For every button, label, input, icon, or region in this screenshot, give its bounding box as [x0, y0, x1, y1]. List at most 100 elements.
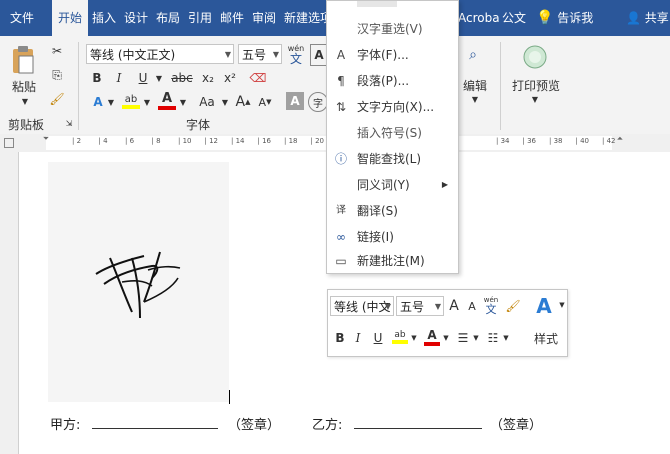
menu-item-label: 同义词(Y)	[357, 178, 410, 192]
strikethrough-button[interactable]: abc	[170, 68, 194, 88]
tab-layout[interactable]: 布局	[150, 0, 186, 36]
menu-item-label: 链接(I)	[357, 230, 394, 244]
party-b-label: 乙方:	[312, 418, 343, 433]
tab-design[interactable]: 设计	[118, 0, 154, 36]
paste-button[interactable]	[6, 40, 40, 80]
character-shading-button[interactable]: A	[286, 92, 304, 110]
cut-icon[interactable]: ✂	[48, 42, 66, 60]
numbering-icon[interactable]: ☷	[484, 328, 502, 348]
wen-char: 文	[485, 303, 497, 316]
party-b-signature-line[interactable]	[354, 428, 482, 429]
menu-item-text-direction[interactable]: ⇅ 文字方向(X)...	[327, 95, 458, 119]
chevron-down-icon[interactable]: ▼	[142, 92, 152, 112]
chevron-down-icon[interactable]: ▼	[178, 92, 188, 112]
menu-item-label: 文字方向(X)...	[357, 100, 435, 114]
user-icon: 👤	[626, 11, 641, 25]
grow-font-button[interactable]: A ▲	[234, 92, 252, 112]
tab-references[interactable]: 引用	[182, 0, 218, 36]
chevron-down-icon[interactable]: ▼	[154, 68, 164, 88]
menu-item-new-comment[interactable]: ▭ 新建批注(M)	[327, 249, 458, 273]
menu-item-label: 插入符号(S)	[357, 126, 422, 140]
underline-button[interactable]: U	[132, 68, 154, 88]
clear-formatting-icon[interactable]: ⌫	[248, 68, 268, 88]
chevron-down-icon[interactable]: ▼	[410, 330, 418, 346]
font-color-button[interactable]: A	[156, 90, 178, 112]
chevron-down-icon[interactable]: ▼	[558, 300, 566, 310]
font-size-value: 五号	[242, 48, 267, 62]
print-preview-label[interactable]: 打印预览	[508, 76, 564, 94]
shrink-font-button[interactable]: A	[464, 296, 480, 316]
signature-image[interactable]	[48, 162, 229, 402]
menu-item-synonyms[interactable]: 同义词(Y) ▶	[327, 173, 458, 197]
ruler-mark: | 6	[125, 137, 135, 145]
menu-item-reconvert[interactable]: 汉字重选(V)	[327, 17, 458, 41]
font-name-value: 等线 (中文正文)	[90, 48, 176, 62]
copy-icon[interactable]: ⎘	[48, 66, 66, 84]
menu-item-insert-symbol[interactable]: 插入符号(S)	[327, 121, 458, 145]
party-a-signature-line[interactable]	[92, 428, 218, 429]
chevron-down-icon[interactable]: ▼	[220, 92, 230, 112]
tell-me-box[interactable]: 💡 告诉我	[536, 0, 593, 36]
dialog-launcher-icon[interactable]: ⇲	[64, 118, 74, 128]
find-icon[interactable]: ⌕	[462, 44, 484, 66]
menu-item-font[interactable]: A 字体(F)...	[327, 43, 458, 67]
chevron-down-icon: ▼	[531, 94, 539, 104]
share-button[interactable]: 👤 共享	[626, 0, 669, 36]
menu-item-translate[interactable]: 译 翻译(S)	[327, 199, 458, 223]
tab-insert[interactable]: 插入	[86, 0, 122, 36]
bold-button[interactable]: B	[332, 328, 348, 348]
subscript-button[interactable]: x₂	[198, 68, 218, 88]
chevron-down-icon[interactable]: ▼	[502, 330, 510, 346]
mini-font-combo[interactable]: 等线 (中文 ▼	[330, 296, 394, 316]
menu-item-link[interactable]: ∞ 链接(I)	[327, 225, 458, 249]
text-effects-button[interactable]: A	[88, 92, 108, 112]
party-a-label: 甲方:	[50, 418, 81, 433]
editing-label[interactable]: 编辑	[458, 76, 492, 94]
tell-me-label: 告诉我	[557, 11, 594, 25]
highlight-button[interactable]: ab	[120, 90, 142, 112]
share-label: 共享	[644, 11, 669, 25]
link-icon: ∞	[336, 230, 346, 244]
font-size-combo[interactable]: 五号 ▼	[238, 44, 282, 64]
phonetic-guide-button[interactable]: wén 文	[482, 294, 500, 316]
tab-gongwen[interactable]: 公文	[496, 0, 532, 36]
tab-mailings[interactable]: 邮件	[214, 0, 250, 36]
chevron-down-icon[interactable]: ▼	[472, 330, 480, 346]
tab-review[interactable]: 审阅	[246, 0, 282, 36]
menu-item-label: 翻译(S)	[357, 204, 398, 218]
highlight-button[interactable]: ab	[390, 326, 410, 348]
format-painter-icon[interactable]: 🖌	[504, 296, 522, 316]
tab-home[interactable]: 开始	[52, 0, 89, 36]
ruler-mark: | 10	[178, 137, 192, 145]
ruler-mark: | 18	[284, 137, 298, 145]
ruler-mark: | 4	[98, 137, 108, 145]
font-name-combo[interactable]: 等线 (中文正文) ▼	[86, 44, 234, 64]
change-case-button[interactable]: Aa	[194, 92, 220, 112]
chevron-down-icon[interactable]: ▼	[106, 92, 116, 112]
highlighter-icon: ab	[124, 93, 138, 105]
shrink-font-button[interactable]: A ▼	[256, 92, 274, 112]
format-painter-icon[interactable]: 🖌	[48, 90, 66, 108]
bold-button[interactable]: B	[88, 68, 106, 88]
font-color-button[interactable]: A	[422, 326, 442, 348]
menu-item-smart-lookup[interactable]: ⓘ 智能查找(L)	[327, 147, 458, 171]
italic-button[interactable]: I	[110, 68, 128, 88]
mini-size-combo[interactable]: 五号 ▼	[396, 296, 444, 316]
font-color-icon: A	[161, 91, 173, 106]
menu-item-paragraph[interactable]: ¶ 段落(P)...	[327, 69, 458, 93]
underline-button[interactable]: U	[370, 328, 386, 348]
tab-file[interactable]: 文件	[4, 0, 40, 36]
superscript-button[interactable]: x²	[220, 68, 240, 88]
ruler-mark: | 36	[522, 137, 537, 145]
chevron-down-icon[interactable]: ▼	[20, 96, 30, 106]
grow-font-button[interactable]: A	[446, 296, 462, 316]
italic-button[interactable]: I	[350, 328, 366, 348]
print-preview-icon[interactable]	[520, 42, 550, 72]
chevron-down-icon: ▼	[224, 50, 231, 59]
styles-icon[interactable]: A	[530, 292, 558, 320]
vertical-ruler[interactable]	[0, 152, 19, 454]
phonetic-guide-button[interactable]: wén 文	[286, 42, 306, 66]
enclose-characters-button[interactable]: 字	[308, 92, 328, 112]
bullets-icon[interactable]: ☰	[454, 328, 472, 348]
chevron-down-icon[interactable]: ▼	[442, 330, 450, 346]
